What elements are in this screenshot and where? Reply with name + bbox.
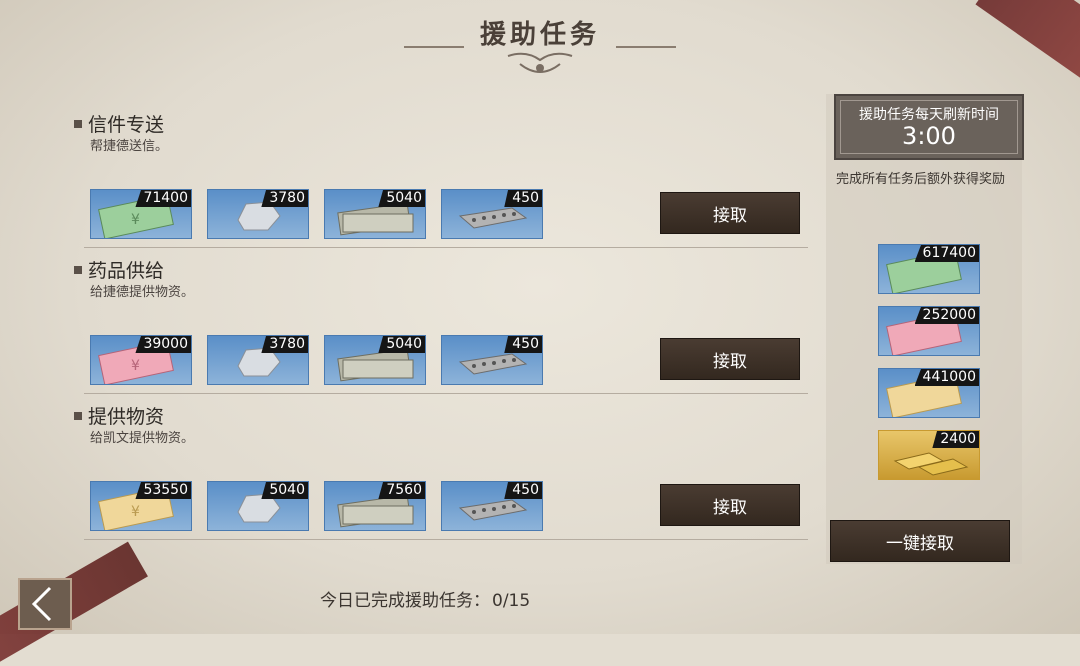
accept-button[interactable]: 接取 bbox=[660, 484, 800, 526]
item-qty: 71400 bbox=[135, 190, 191, 207]
item-qty: 53550 bbox=[135, 482, 191, 499]
item-qty: 252000 bbox=[914, 307, 979, 324]
reward-item[interactable]: 5040 bbox=[324, 335, 426, 385]
title-rule-left bbox=[404, 46, 464, 48]
progress-label: 今日已完成援助任务： bbox=[320, 591, 490, 611]
reward-item[interactable]: 5040 bbox=[324, 189, 426, 239]
reward-item[interactable]: 450 bbox=[441, 189, 543, 239]
reward-item[interactable]: ¥ 71400 bbox=[90, 189, 192, 239]
reward-item[interactable]: ¥ 53550 bbox=[90, 481, 192, 531]
bonus-panel: 援助任务每天刷新时间 3:00 完成所有任务后额外获得奖励 617400 252… bbox=[826, 94, 1024, 564]
accept-button[interactable]: 接取 bbox=[660, 192, 800, 234]
item-qty: 450 bbox=[504, 190, 542, 207]
task-desc: 给捷德提供物资。 bbox=[90, 285, 195, 300]
divider bbox=[84, 247, 808, 248]
item-qty: 3780 bbox=[261, 336, 308, 353]
task-name: 药品供给 bbox=[88, 260, 165, 282]
title-rule-right bbox=[616, 46, 676, 48]
title-ornament-icon bbox=[507, 52, 573, 73]
refresh-time: 3:00 bbox=[902, 122, 956, 150]
bullet-icon bbox=[74, 411, 82, 420]
svg-text:¥: ¥ bbox=[131, 212, 140, 228]
bonus-item[interactable]: 441000 bbox=[878, 368, 980, 418]
task-name: 提供物资 bbox=[88, 406, 165, 428]
item-qty: 441000 bbox=[914, 369, 979, 386]
item-qty: 39000 bbox=[135, 336, 191, 353]
bonus-item[interactable]: 252000 bbox=[878, 306, 980, 356]
item-qty: 450 bbox=[504, 336, 542, 353]
bonus-item[interactable]: 617400 bbox=[878, 244, 980, 294]
divider bbox=[84, 539, 808, 540]
svg-text:¥: ¥ bbox=[131, 504, 140, 520]
bullet-icon bbox=[74, 119, 82, 128]
accept-all-button[interactable]: 一键接取 bbox=[830, 520, 1010, 562]
daily-progress: 今日已完成援助任务： 0/15 bbox=[318, 586, 530, 611]
item-qty: 5040 bbox=[261, 482, 308, 499]
reward-item[interactable]: 3780 bbox=[207, 189, 309, 239]
page-title: 援助任务 bbox=[479, 20, 600, 50]
item-qty: 3780 bbox=[261, 190, 308, 207]
item-qty: 2400 bbox=[932, 431, 979, 448]
item-qty: 450 bbox=[504, 482, 542, 499]
refresh-label: 援助任务每天刷新时间 bbox=[859, 107, 999, 123]
item-qty: 5040 bbox=[378, 190, 425, 207]
item-qty: 617400 bbox=[914, 245, 979, 262]
reward-item[interactable]: 3780 bbox=[207, 335, 309, 385]
chevron-left-icon bbox=[31, 586, 52, 622]
svg-text:¥: ¥ bbox=[131, 358, 140, 374]
reward-item[interactable]: 7560 bbox=[324, 481, 426, 531]
divider bbox=[84, 393, 808, 394]
reward-item[interactable]: 450 bbox=[441, 481, 543, 531]
task-row: 药品供给 给捷德提供物资。 ¥ 39000 3780 5040 450 接取 bbox=[74, 256, 808, 396]
task-desc: 帮捷德送信。 bbox=[90, 139, 169, 154]
refresh-time-box: 援助任务每天刷新时间 3:00 bbox=[834, 94, 1024, 160]
item-qty: 7560 bbox=[378, 482, 425, 499]
bonus-label: 完成所有任务后额外获得奖励 bbox=[836, 172, 1006, 187]
reward-item[interactable]: 450 bbox=[441, 335, 543, 385]
bullet-icon bbox=[74, 265, 82, 274]
task-desc: 给凯文提供物资。 bbox=[90, 431, 195, 446]
item-qty: 5040 bbox=[378, 336, 425, 353]
bonus-item[interactable]: 2400 bbox=[878, 430, 980, 480]
reward-item[interactable]: ¥ 39000 bbox=[90, 335, 192, 385]
accept-button[interactable]: 接取 bbox=[660, 338, 800, 380]
back-button[interactable] bbox=[18, 578, 72, 630]
task-row: 提供物资 给凯文提供物资。 ¥ 53550 5040 7560 450 接取 bbox=[74, 402, 808, 542]
progress-value: 0/15 bbox=[492, 591, 531, 611]
task-row: 信件专送 帮捷德送信。 ¥ 71400 3780 5040 450 接取 bbox=[74, 110, 808, 250]
task-name: 信件专送 bbox=[88, 114, 165, 136]
reward-item[interactable]: 5040 bbox=[207, 481, 309, 531]
